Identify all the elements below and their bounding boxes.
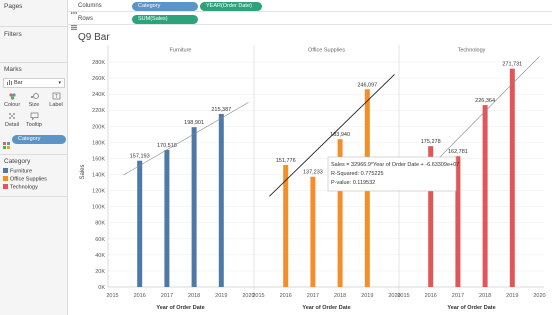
bar bbox=[137, 160, 143, 287]
y-tick-label: 180K bbox=[92, 140, 105, 146]
x-axis-title: Year of Order Date bbox=[156, 305, 204, 311]
x-tick-label: 2016 bbox=[134, 293, 146, 299]
y-tick-label: 60K bbox=[95, 237, 105, 243]
trend-line bbox=[123, 102, 249, 176]
y-tick-label: 240K bbox=[92, 92, 105, 98]
y-tick-label: 260K bbox=[92, 76, 105, 82]
y-tick-label: 280K bbox=[92, 60, 105, 66]
bar bbox=[283, 165, 289, 287]
y-tick-label: 140K bbox=[92, 173, 105, 179]
data-label: 271,731 bbox=[502, 62, 522, 68]
bar bbox=[218, 113, 224, 287]
pane-header: Furniture bbox=[169, 48, 191, 54]
y-tick-label: 200K bbox=[92, 124, 105, 130]
data-label: 226,364 bbox=[475, 98, 495, 104]
bar bbox=[310, 176, 316, 287]
workbook-window: Pages Filters Marks Bar ▾ Colour Size T … bbox=[0, 0, 552, 315]
data-label: 183,940 bbox=[330, 132, 350, 138]
x-tick-label: 2017 bbox=[161, 293, 173, 299]
x-axis-title: Year of Order Date bbox=[447, 305, 495, 311]
bar bbox=[482, 105, 488, 287]
y-axis-title: Sales bbox=[80, 164, 86, 179]
data-label: 246,097 bbox=[357, 82, 377, 88]
data-label: 215,387 bbox=[211, 107, 231, 113]
pane-header: Technology bbox=[458, 48, 486, 54]
x-tick-label: 2019 bbox=[506, 293, 518, 299]
tooltip-line: R-Squared: 0.775225 bbox=[331, 171, 384, 177]
x-tick-label: 2020 bbox=[533, 293, 545, 299]
data-label: 157,193 bbox=[130, 154, 150, 160]
pane-header: Office Supplies bbox=[308, 48, 345, 54]
x-tick-label: 2019 bbox=[215, 293, 227, 299]
bar bbox=[164, 149, 170, 287]
data-label: 151,776 bbox=[276, 158, 296, 164]
x-tick-label: 2018 bbox=[188, 293, 200, 299]
data-label: 162,781 bbox=[448, 149, 468, 155]
y-tick-label: 100K bbox=[92, 205, 105, 211]
bar-chart: 0K 20K 40K 60K 80K 100K 120K 140K 160K 180K 200K 22… bbox=[80, 45, 546, 311]
y-tick-label: 120K bbox=[92, 189, 105, 195]
x-tick-label: 2017 bbox=[452, 293, 464, 299]
y-tick-label: 220K bbox=[92, 108, 105, 114]
x-tick-label: 2019 bbox=[361, 293, 373, 299]
x-tick-label: 2017 bbox=[307, 293, 319, 299]
y-tick-label: 40K bbox=[95, 253, 105, 259]
x-tick-label: 2018 bbox=[479, 293, 491, 299]
x-tick-label: 2015 bbox=[397, 293, 409, 299]
y-tick-label: 160K bbox=[92, 156, 105, 162]
x-tick-label: 2016 bbox=[280, 293, 292, 299]
y-tick-label: 20K bbox=[95, 269, 105, 275]
tooltip-line: Sales = 32966.9*Year of Order Date + -6.… bbox=[331, 162, 459, 168]
tooltip-line: P-value: 0.119532 bbox=[331, 180, 375, 186]
data-label: 175,278 bbox=[421, 139, 441, 145]
data-label: 198,901 bbox=[184, 120, 204, 126]
y-tick-label: 0K bbox=[98, 285, 105, 291]
x-tick-label: 2015 bbox=[252, 293, 264, 299]
y-tick-label: 80K bbox=[95, 221, 105, 227]
x-tick-label: 2018 bbox=[334, 293, 346, 299]
x-tick-label: 2016 bbox=[425, 293, 437, 299]
bar bbox=[509, 68, 515, 288]
data-label: 137,233 bbox=[303, 170, 323, 176]
bar bbox=[191, 127, 197, 288]
x-axis-title: Year of Order Date bbox=[302, 305, 350, 311]
x-tick-label: 2015 bbox=[106, 293, 118, 299]
